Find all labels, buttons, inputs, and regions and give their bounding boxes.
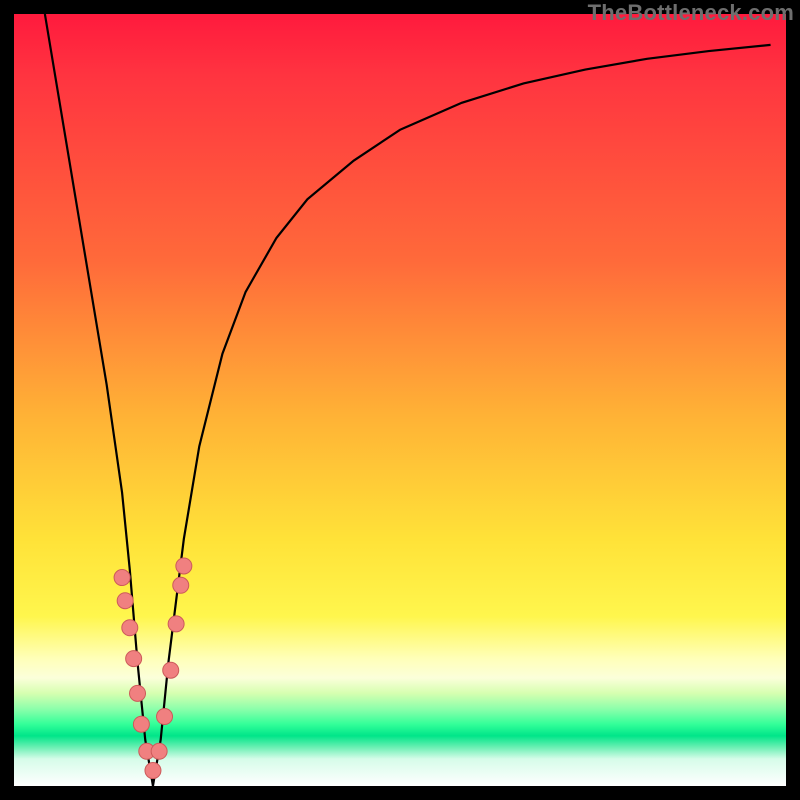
marker-dot: [133, 716, 149, 732]
marker-dot: [145, 763, 161, 779]
marker-dot: [114, 570, 130, 586]
marker-dot: [173, 577, 189, 593]
chart-svg: [14, 14, 786, 786]
marker-dot: [176, 558, 192, 574]
curve-markers: [114, 558, 192, 779]
chart-stage: TheBottleneck.com: [0, 0, 800, 800]
marker-dot: [151, 743, 167, 759]
marker-dot: [122, 620, 138, 636]
marker-dot: [126, 651, 142, 667]
marker-dot: [117, 593, 133, 609]
watermark-text: TheBottleneck.com: [588, 0, 794, 26]
bottleneck-curve: [45, 14, 771, 786]
curve-line: [45, 14, 771, 786]
marker-dot: [168, 616, 184, 632]
marker-dot: [157, 709, 173, 725]
marker-dot: [163, 662, 179, 678]
marker-dot: [130, 685, 146, 701]
